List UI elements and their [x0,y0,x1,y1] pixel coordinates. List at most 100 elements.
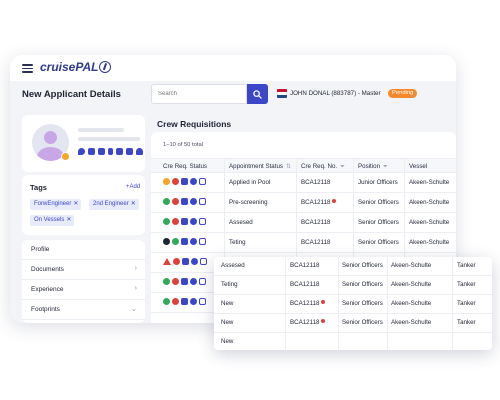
approve-icon[interactable] [172,238,179,245]
email-icon[interactable] [98,148,105,155]
tag-chip[interactable]: ForwEngineer ✕ [30,199,82,210]
filter-icon[interactable]: ⏷ [383,164,388,170]
menu-icon[interactable] [22,64,33,73]
pending-icon[interactable] [163,238,170,245]
close-icon[interactable]: ✕ [66,217,71,223]
reject-icon[interactable] [172,198,179,205]
close-icon[interactable]: ✕ [131,201,136,207]
edit-icon[interactable] [181,178,188,185]
edit-icon[interactable] [181,198,188,205]
approve-icon[interactable] [163,218,170,225]
menu-item-experience[interactable]: Experience › [22,280,145,300]
column-header[interactable]: Vessel [409,163,427,170]
calendar-icon[interactable] [199,238,206,245]
column-header[interactable]: Cre Req. No. ⏷ [301,163,345,171]
appointment-status: Applied in Pool [229,179,271,186]
brand-mark-icon [99,61,112,73]
info-icon[interactable] [163,178,170,185]
position: Senior Officers [342,300,383,307]
vessel-type: Tanker [457,319,476,326]
view-icon[interactable] [190,298,197,305]
reject-icon[interactable] [172,178,179,185]
page-title: New Applicant Details [22,89,121,100]
location-icon[interactable] [78,148,85,155]
appointment-status: Assesed [229,219,253,226]
edit-icon[interactable] [182,258,189,265]
pagination-count: 1–10 of 50 total [163,142,203,148]
table-row[interactable]: New BCA12118 Senior Officers Akeen-Schul… [214,295,492,314]
table-row[interactable]: Applied in Pool BCA12118 Junior Officers… [151,173,456,193]
contact-icons [78,148,143,155]
appointment-status: Teting [221,281,238,288]
document-icon[interactable] [116,148,123,155]
search-icon [253,89,262,99]
table-row[interactable]: Assesed BCA12118 Senior Officers Akeen-S… [214,257,492,276]
approve-icon[interactable] [163,198,170,205]
table-row[interactable]: Teting BCA12118 Senior Officers Akeen-Sc… [151,233,456,253]
search-input[interactable] [151,84,247,104]
tag-chip[interactable]: 2nd Engineer ✕ [89,199,139,210]
overlay-table-card: Assesed BCA12118 Senior Officers Akeen-S… [214,257,492,350]
tag-label: ForwEngineer [34,201,72,207]
table-row[interactable]: Teting BCA12118 Senior Officers Akeen-Sc… [214,276,492,295]
approve-icon[interactable] [163,278,170,285]
table-row[interactable]: Pre-screening BCA12118 Senior Officers A… [151,193,456,213]
req-number: BCA12118 [301,179,330,186]
menu-item-documents[interactable]: Documents › [22,260,145,280]
column-label: Cre Req. No. [301,163,338,170]
reject-icon[interactable] [173,258,180,265]
req-number-text: BCA12118 [290,319,320,326]
appointment-status: Teting [229,239,246,246]
user-icon[interactable] [136,148,143,155]
mobile-icon[interactable] [108,148,113,155]
column-header[interactable]: Appointment Status ⇅ [229,163,291,170]
calendar-icon[interactable] [199,278,206,285]
column-header[interactable]: Position ⏷ [358,163,388,171]
filter-icon[interactable]: ⏷ [340,164,345,170]
req-number-text: BCA12118 [301,179,331,186]
close-icon[interactable]: ✕ [73,201,78,207]
req-number: BCA12118 [301,199,337,206]
section-title: Crew Requisitions [157,119,232,129]
reject-icon[interactable] [172,298,179,305]
reject-icon[interactable] [172,218,179,225]
edit-icon[interactable] [181,238,188,245]
warning-icon[interactable] [163,258,171,265]
alert-icon [321,319,326,323]
phone-icon[interactable] [88,148,95,155]
avatar-badge-icon [61,152,70,161]
column-header[interactable]: Cre Req. Status [163,163,207,170]
reject-icon[interactable] [172,278,179,285]
calendar-icon[interactable] [199,178,206,185]
view-icon[interactable] [190,198,197,205]
menu-item-footprints[interactable]: Footprints ⌄ [22,300,145,320]
calendar-icon[interactable] [199,218,206,225]
alert-icon [321,300,326,304]
vessel: Akeen-Schulte [391,262,432,269]
edit-icon[interactable] [181,298,188,305]
sort-icon[interactable]: ⇅ [286,164,291,170]
column-label: Cre Req. Status [163,163,208,170]
edit-icon[interactable] [181,218,188,225]
table-row[interactable]: New BCA12118 Senior Officers Akeen-Schul… [214,314,492,333]
view-icon[interactable] [190,218,197,225]
add-tag-link[interactable]: +Add [126,184,140,190]
tablet-icon[interactable] [126,148,133,155]
view-icon[interactable] [190,278,197,285]
brand-name: cruisePAL [40,60,99,74]
tag-chip[interactable]: On Vessels ✕ [30,215,75,226]
menu-item-profile[interactable]: Profile [22,240,145,260]
table-row[interactable]: Assesed BCA12118 Senior Officers Akeen-S… [151,213,456,233]
table-row[interactable]: New [214,333,492,350]
calendar-icon[interactable] [200,258,207,265]
approve-icon[interactable] [163,298,170,305]
view-icon[interactable] [190,178,197,185]
view-icon[interactable] [191,258,198,265]
edit-icon[interactable] [181,278,188,285]
calendar-icon[interactable] [199,198,206,205]
search-button[interactable] [247,84,268,104]
row-actions [163,198,206,205]
view-icon[interactable] [190,238,197,245]
applicant-name: JOHN DONAL (883787) - Master [290,90,381,97]
calendar-icon[interactable] [199,298,206,305]
